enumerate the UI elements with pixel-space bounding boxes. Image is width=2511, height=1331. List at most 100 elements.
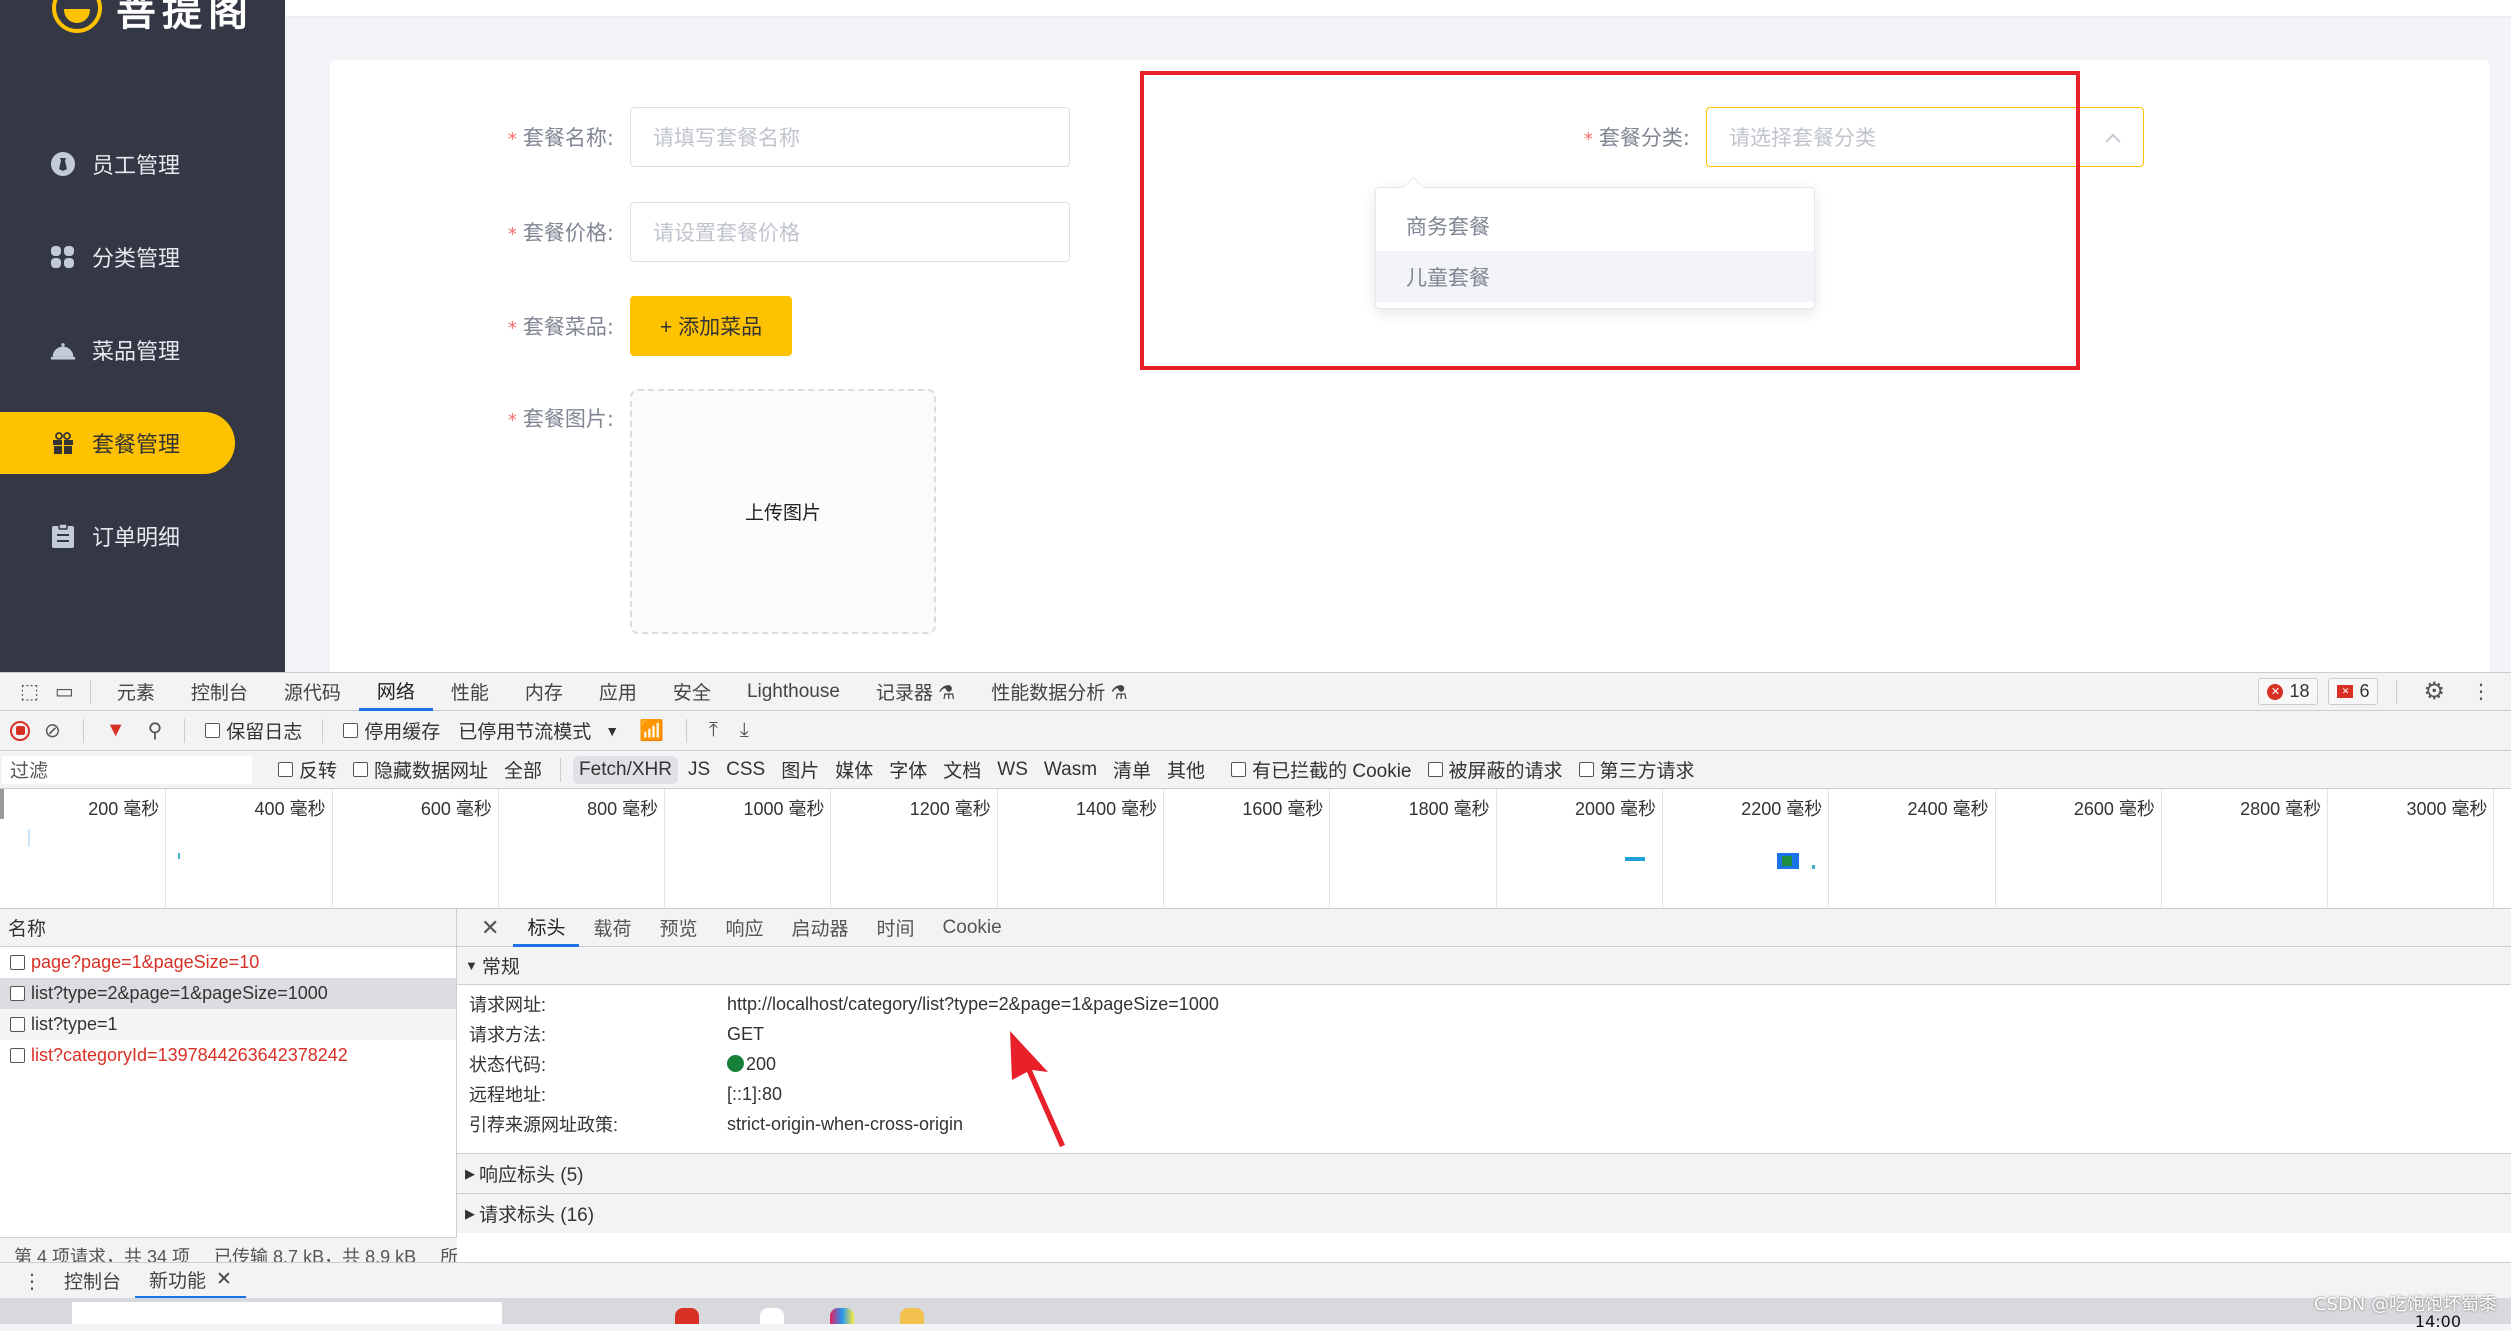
issues-badge[interactable]: ✕ 6 [2328, 678, 2379, 705]
tab-performance[interactable]: 性能 [433, 673, 507, 711]
inspect-element-icon[interactable]: ⬚ [12, 679, 47, 704]
settings-gear-icon[interactable]: ⚙ [2415, 677, 2453, 706]
checkbox[interactable] [10, 1048, 25, 1063]
preserve-log-checkbox[interactable]: 保留日志 [199, 717, 308, 744]
filter-type-manifest[interactable]: 清单 [1107, 753, 1157, 786]
search-icon[interactable]: ⚲ [140, 718, 171, 743]
request-headers-toggle[interactable]: ▶ 请求标头 (16) [457, 1193, 2511, 1233]
taskbar-app-icon[interactable] [830, 1308, 854, 1324]
disable-cache-checkbox[interactable]: 停用缓存 [337, 717, 446, 744]
tab-lighthouse[interactable]: Lighthouse [729, 673, 858, 711]
add-dish-button[interactable]: + 添加菜品 [630, 296, 793, 356]
tab-console[interactable]: 控制台 [173, 673, 266, 711]
sidebar-item-dishes[interactable]: 菜品管理 [0, 319, 235, 381]
drawer-tab-whats-new[interactable]: 新功能 ✕ [135, 1263, 246, 1299]
sidebar-item-orders[interactable]: 订单明细 [0, 505, 235, 567]
import-har-icon[interactable]: ⤒ [701, 719, 726, 742]
network-split-view: 名称 page?page=1&pageSize=10 list?type=2&p… [0, 909, 2511, 1273]
filter-type-js[interactable]: JS [682, 756, 716, 784]
devtools-drawer-tabbar: ⋮ 控制台 新功能 ✕ [0, 1262, 2511, 1299]
filter-input[interactable]: 过滤 [2, 755, 252, 784]
filter-type-other[interactable]: 其他 [1161, 753, 1211, 786]
filter-type-all[interactable]: 全部 [498, 753, 548, 786]
close-tab-icon[interactable]: ✕ [216, 1268, 232, 1290]
general-section-toggle[interactable]: ▼ 常规 [457, 947, 2511, 985]
tab-response[interactable]: 响应 [711, 909, 777, 947]
tab-elements[interactable]: 元素 [99, 673, 173, 711]
sidebar-item-combos[interactable]: 套餐管理 [0, 412, 235, 474]
invert-checkbox[interactable]: 反转 [272, 756, 343, 783]
filter-type-fetch-xhr[interactable]: Fetch/XHR [573, 755, 678, 784]
tab-network[interactable]: 网络 [358, 673, 433, 711]
network-overview-timeline[interactable]: 3000 毫秒 2800 毫秒 2600 毫秒 2400 毫秒 2200 毫秒 2000 … [0, 789, 2511, 909]
filter-type-font[interactable]: 字体 [883, 753, 933, 786]
tab-application[interactable]: 应用 [581, 673, 655, 711]
divider [322, 718, 324, 743]
timeline-tick-label: 400 毫秒 [254, 799, 326, 819]
blocked-cookies-checkbox[interactable]: 有已拦截的 Cookie [1225, 756, 1417, 783]
clear-icon[interactable]: ⊘ [36, 718, 69, 743]
sidebar-item-categories[interactable]: 分类管理 [0, 226, 235, 288]
image-upload-area[interactable]: 上传图片 [630, 389, 936, 634]
export-har-icon[interactable]: ⤓ [732, 719, 757, 742]
checkbox[interactable] [343, 723, 359, 738]
throttling-select[interactable]: 已停用节流模式 ▼ [452, 717, 625, 744]
third-party-checkbox[interactable]: 第三方请求 [1573, 756, 1701, 783]
checkbox[interactable] [278, 762, 293, 777]
tab-timing[interactable]: 时间 [863, 909, 929, 947]
filter-type-doc[interactable]: 文档 [937, 753, 987, 786]
timeline-selection-handle[interactable] [0, 789, 4, 819]
record-stop-icon[interactable] [10, 720, 30, 741]
request-row[interactable]: list?type=1 [0, 1009, 456, 1040]
combo-price-input[interactable]: 请设置套餐价格 [630, 202, 1070, 262]
sidebar-item-employees[interactable]: 员工管理 [0, 133, 235, 195]
divider [89, 679, 91, 704]
timeline-tick-label: 2800 毫秒 [2240, 799, 2322, 819]
drawer-menu-icon[interactable]: ⋮ [14, 1269, 50, 1293]
request-row-selected[interactable]: list?type=2&page=1&pageSize=1000 [0, 978, 456, 1009]
filter-type-css[interactable]: CSS [720, 756, 771, 784]
checkbox[interactable] [1427, 762, 1443, 777]
os-taskbar [0, 1298, 2511, 1324]
close-detail-icon[interactable]: ✕ [467, 909, 513, 947]
checkbox[interactable] [10, 955, 25, 970]
hide-data-urls-checkbox[interactable]: 隐藏数据网址 [347, 756, 494, 783]
request-list-header[interactable]: 名称 [0, 909, 456, 947]
checkbox[interactable] [353, 762, 369, 777]
drawer-tab-console[interactable]: 控制台 [50, 1263, 135, 1299]
request-row[interactable]: list?categoryId=1397844263642378242 [0, 1040, 456, 1071]
request-row[interactable]: page?page=1&pageSize=10 [0, 947, 456, 978]
tab-payload[interactable]: 载荷 [579, 909, 645, 947]
taskbar-app-icon[interactable] [675, 1308, 699, 1324]
tab-headers[interactable]: 标头 [513, 909, 580, 947]
tab-initiator[interactable]: 启动器 [778, 909, 863, 947]
tab-recorder[interactable]: 记录器 ⚗ [858, 673, 973, 711]
tab-performance-insights[interactable]: 性能数据分析 ⚗ [973, 673, 1145, 711]
network-conditions-icon[interactable]: 📶 [631, 718, 672, 743]
tab-preview[interactable]: 预览 [645, 909, 711, 947]
errors-badge[interactable]: ✕ 18 [2258, 678, 2319, 705]
filter-type-img[interactable]: 图片 [775, 753, 825, 786]
taskbar-window-thumbnail[interactable] [72, 1302, 502, 1324]
filter-funnel-icon[interactable]: ▼ [98, 719, 134, 742]
checkbox[interactable] [10, 1017, 25, 1032]
device-toolbar-icon[interactable]: ▭ [47, 679, 82, 704]
tab-cookies[interactable]: Cookie [929, 909, 1016, 947]
checkbox[interactable] [1231, 762, 1247, 777]
response-headers-toggle[interactable]: ▶ 响应标头 (5) [457, 1153, 2511, 1193]
checkbox[interactable] [10, 986, 25, 1001]
blocked-requests-checkbox[interactable]: 被屏蔽的请求 [1422, 756, 1569, 783]
tab-memory[interactable]: 内存 [507, 673, 581, 711]
taskbar-app-icon[interactable] [900, 1308, 924, 1324]
filter-type-ws[interactable]: WS [991, 756, 1034, 784]
filter-type-wasm[interactable]: Wasm [1038, 756, 1103, 784]
more-options-icon[interactable]: ⋮ [2463, 679, 2499, 704]
tab-sources[interactable]: 源代码 [266, 673, 359, 711]
checkbox[interactable] [1578, 762, 1594, 777]
tab-security[interactable]: 安全 [655, 673, 729, 711]
checkbox[interactable] [205, 723, 221, 738]
filter-type-media[interactable]: 媒体 [829, 753, 879, 786]
timeline-request-bar [178, 853, 180, 859]
combo-name-input[interactable]: 请填写套餐名称 [630, 107, 1070, 167]
taskbar-app-icon[interactable] [760, 1308, 784, 1324]
